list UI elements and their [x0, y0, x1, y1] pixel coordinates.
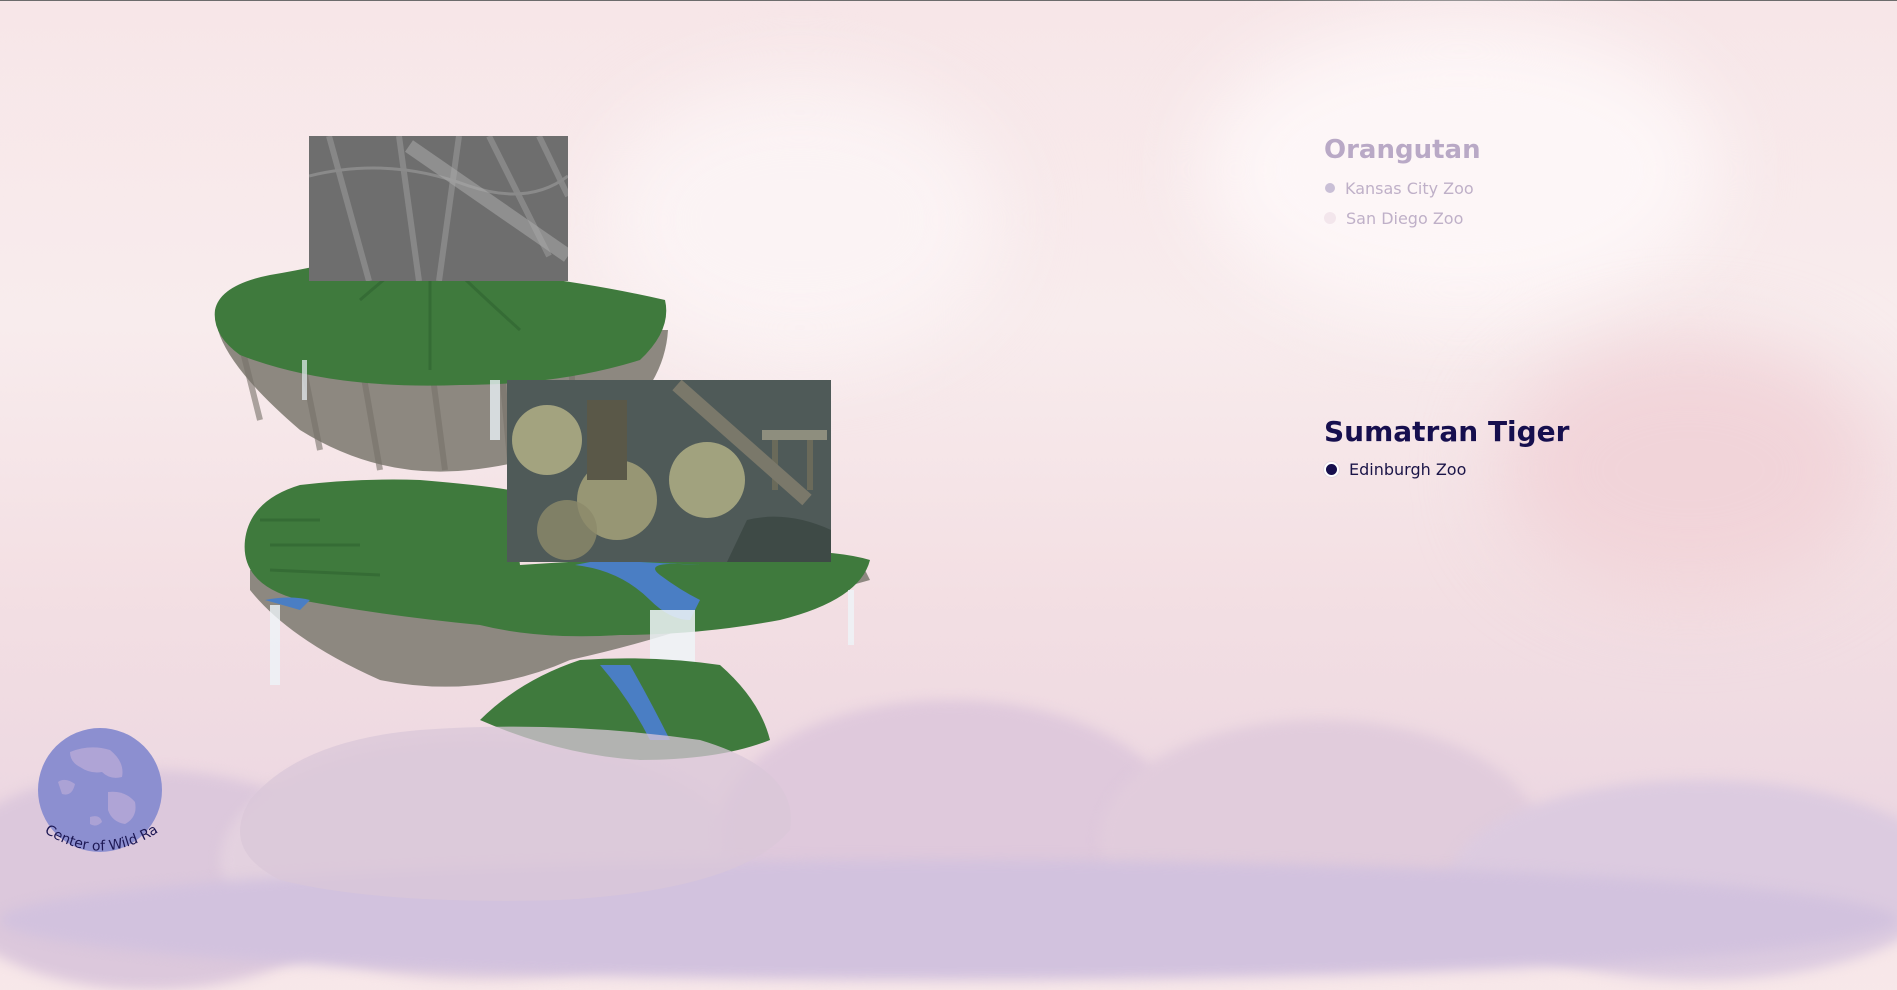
zoo-label: Edinburgh Zoo	[1349, 459, 1467, 479]
radio-dot-icon	[1324, 212, 1336, 224]
species-sumatran-tiger: Sumatran Tiger Edinburgh Zoo	[1324, 415, 1569, 484]
radio-dot-icon	[1324, 461, 1339, 477]
orangutan-habitat-photo	[309, 136, 568, 281]
radio-dot-icon	[1325, 183, 1335, 193]
species-title: Sumatran Tiger	[1324, 415, 1570, 448]
zoo-label: Kansas City Zoo	[1345, 178, 1474, 198]
orangutan-photo-image	[309, 136, 568, 281]
tiger-habitat-photo	[507, 380, 831, 562]
globe-icon: Center of Wild Range	[26, 710, 162, 855]
species-title: Orangutan	[1324, 135, 1481, 165]
zoo-option-san-diego[interactable]: San Diego Zoo	[1324, 203, 1481, 233]
center-of-wild-range-button[interactable]: Center of Wild Range	[26, 710, 170, 872]
zoo-list: Edinburgh Zoo	[1324, 454, 1569, 484]
zoo-label: San Diego Zoo	[1346, 208, 1464, 228]
zoo-list: Kansas City Zoo San Diego Zoo	[1324, 173, 1481, 233]
zoo-option-edinburgh[interactable]: Edinburgh Zoo	[1324, 454, 1569, 484]
zoo-option-kansas-city[interactable]: Kansas City Zoo	[1324, 173, 1481, 203]
tiger-photo-image	[507, 380, 831, 562]
species-orangutan: Orangutan Kansas City Zoo San Diego Zoo	[1324, 135, 1481, 233]
